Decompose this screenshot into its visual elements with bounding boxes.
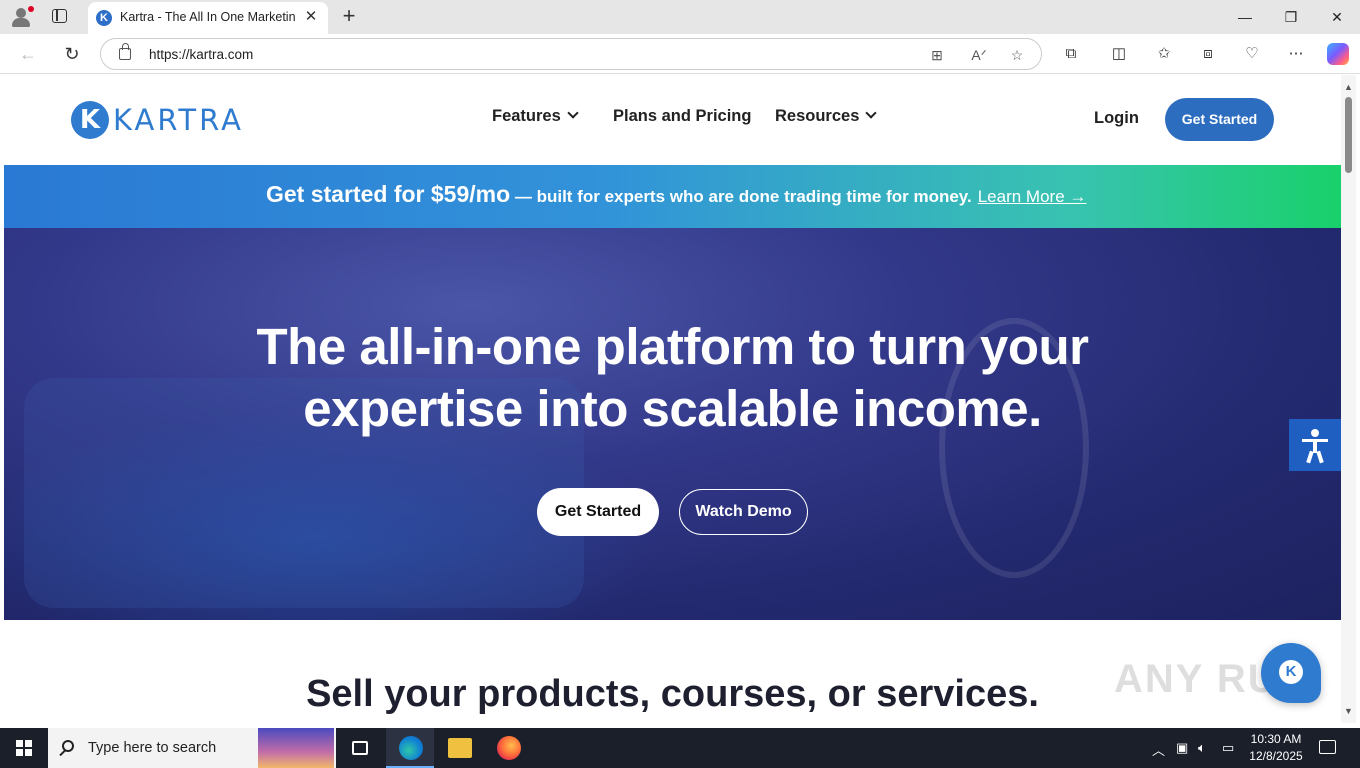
favorites-list-icon[interactable]: ✩ bbox=[1153, 43, 1175, 65]
split-screen-icon[interactable]: ◫ bbox=[1108, 43, 1130, 65]
profile-avatar-icon[interactable] bbox=[8, 4, 34, 30]
taskbar-search-placeholder: Type here to search bbox=[88, 740, 217, 756]
clock-time: 10:30 AM bbox=[1250, 732, 1302, 746]
nav-features[interactable]: Features bbox=[492, 107, 579, 126]
extensions-puzzle-icon[interactable]: ⧉ bbox=[1060, 43, 1082, 65]
page-scrollbar[interactable]: ▲ ▼ bbox=[1341, 75, 1356, 723]
hero-headline-line1: The all-in-one platform to turn your bbox=[256, 318, 1089, 375]
file-explorer-icon[interactable] bbox=[448, 738, 472, 758]
hero-watch-demo-button[interactable]: Watch Demo bbox=[679, 489, 808, 535]
browser-tab-strip: K Kartra - The All In One Marketing ✕ + … bbox=[0, 0, 1360, 34]
hero-section: The all-in-one platform to turn your exp… bbox=[4, 228, 1341, 620]
header-get-started-button[interactable]: Get Started bbox=[1165, 98, 1274, 141]
nav-plans-label: Plans and Pricing bbox=[613, 107, 752, 125]
network-meet-icon[interactable]: ▣ bbox=[1176, 740, 1188, 756]
system-clock[interactable]: 10:30 AM 12/8/2025 bbox=[1246, 731, 1306, 765]
tab-close-icon[interactable]: ✕ bbox=[302, 8, 320, 26]
login-link[interactable]: Login bbox=[1094, 109, 1139, 128]
firefox-icon[interactable] bbox=[497, 736, 521, 760]
page-viewport: K KARTRA Features Plans and Pricing Reso… bbox=[4, 75, 1341, 723]
chat-widget-button[interactable]: K bbox=[1261, 643, 1321, 703]
accessibility-icon[interactable] bbox=[1289, 419, 1341, 471]
window-minimize-button[interactable]: — bbox=[1230, 6, 1260, 28]
windows-start-icon[interactable] bbox=[16, 740, 32, 756]
chevron-down-icon bbox=[567, 107, 579, 119]
search-highlight-image bbox=[258, 728, 334, 768]
search-icon bbox=[62, 740, 74, 752]
taskbar-search-box[interactable]: Type here to search bbox=[48, 728, 336, 768]
edge-browser-icon[interactable] bbox=[399, 736, 423, 760]
browser-essentials-heart-icon[interactable]: ♡ bbox=[1241, 43, 1263, 65]
promo-line: Get started for $59/mo — built for exper… bbox=[266, 181, 1086, 208]
lock-icon[interactable] bbox=[119, 43, 131, 60]
window-close-button[interactable]: ✕ bbox=[1322, 6, 1352, 28]
promo-description: — built for experts who are done trading… bbox=[510, 187, 972, 206]
hero-headline: The all-in-one platform to turn your exp… bbox=[4, 316, 1341, 440]
promo-banner: Get started for $59/mo — built for exper… bbox=[4, 165, 1341, 228]
browser-tab-active[interactable]: K Kartra - The All In One Marketing ✕ bbox=[88, 2, 328, 34]
nav-resources-label: Resources bbox=[775, 107, 860, 125]
scroll-down-arrow-icon[interactable]: ▼ bbox=[1344, 707, 1353, 716]
network-icon[interactable]: ▭ bbox=[1222, 740, 1234, 756]
read-aloud-icon[interactable]: Aᐟ bbox=[969, 45, 989, 65]
url-text[interactable]: https://kartra.com bbox=[149, 47, 253, 62]
reload-icon[interactable]: ↻ bbox=[60, 42, 84, 66]
nav-plans-and-pricing[interactable]: Plans and Pricing bbox=[613, 107, 751, 126]
promo-price-text: Get started for $59/mo bbox=[266, 181, 511, 207]
hero-headline-line2: expertise into scalable income. bbox=[303, 380, 1042, 437]
new-tab-plus-icon[interactable]: + bbox=[338, 4, 360, 28]
kartra-favicon-icon: K bbox=[96, 10, 112, 26]
app-available-icon[interactable]: ⊞ bbox=[927, 45, 947, 65]
scrollbar-thumb[interactable] bbox=[1345, 97, 1352, 173]
address-bar[interactable]: https://kartra.com ⊞ Aᐟ ☆ bbox=[100, 38, 1042, 70]
notifications-icon[interactable] bbox=[1319, 740, 1336, 754]
nav-resources[interactable]: Resources bbox=[775, 107, 878, 126]
kartra-logo[interactable]: K KARTRA bbox=[71, 101, 244, 139]
windows-taskbar: Type here to search ︿ ▣ 🔈︎ ▭ 10:30 AM 12… bbox=[0, 728, 1360, 768]
site-header: K KARTRA Features Plans and Pricing Reso… bbox=[4, 75, 1341, 165]
copilot-icon[interactable] bbox=[1327, 43, 1349, 65]
promo-learn-more-link[interactable]: Learn More → bbox=[978, 187, 1087, 206]
chevron-down-icon bbox=[865, 107, 878, 119]
kartra-logo-mark-icon: K bbox=[71, 101, 109, 139]
clock-date: 12/8/2025 bbox=[1249, 749, 1303, 763]
more-menu-icon[interactable]: ⋯ bbox=[1285, 43, 1307, 65]
kartra-logo-text: KARTRA bbox=[113, 103, 244, 137]
collections-icon[interactable]: ⧈ bbox=[1197, 43, 1219, 65]
nav-features-label: Features bbox=[492, 107, 561, 125]
show-hidden-icons-chevron-icon[interactable]: ︿ bbox=[1152, 740, 1165, 759]
tab-actions-icon[interactable] bbox=[52, 9, 67, 23]
back-arrow-icon[interactable]: ← bbox=[16, 42, 40, 66]
volume-icon[interactable]: 🔈︎ bbox=[1198, 740, 1206, 756]
task-view-icon[interactable] bbox=[352, 741, 368, 755]
chat-widget-logo-icon: K bbox=[1279, 660, 1303, 684]
favorite-star-icon[interactable]: ☆ bbox=[1007, 45, 1027, 65]
window-restore-button[interactable]: ❐ bbox=[1276, 6, 1306, 28]
hero-get-started-button[interactable]: Get Started bbox=[537, 488, 659, 536]
tab-title: Kartra - The All In One Marketing bbox=[120, 10, 296, 24]
browser-toolbar: ← ↻ https://kartra.com ⊞ Aᐟ ☆ ⧉ ◫ ✩ ⧈ ♡ … bbox=[0, 34, 1360, 74]
scroll-up-arrow-icon[interactable]: ▲ bbox=[1344, 83, 1353, 92]
